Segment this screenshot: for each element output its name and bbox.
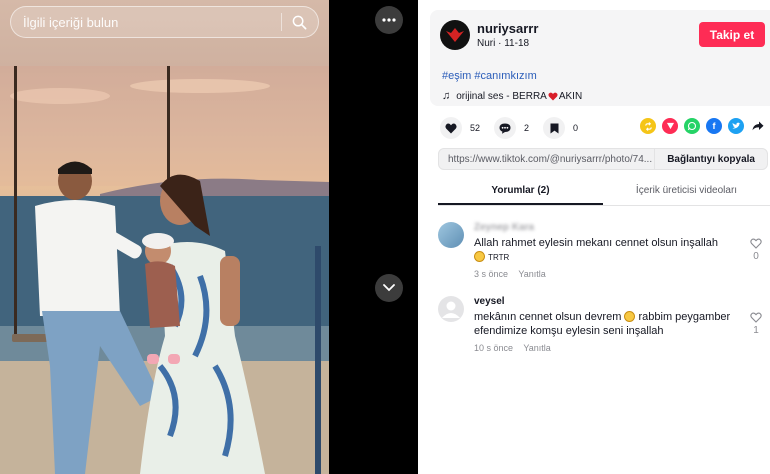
comment-body: mekânın cennet olsun devrem (474, 311, 622, 323)
post-date: 11-18 (504, 38, 530, 49)
comment-like-count: 0 (753, 251, 759, 262)
commenter-avatar[interactable] (438, 296, 464, 322)
save-count: 0 (573, 123, 579, 133)
comment-action[interactable]: 2 (494, 117, 529, 139)
search-bar[interactable] (10, 6, 319, 38)
comment-like[interactable]: 0 (750, 238, 762, 262)
hashtags[interactable]: #eşim #canımkızım (442, 70, 537, 82)
heart-emoji-icon (548, 92, 558, 100)
share-buttons: f (640, 118, 766, 134)
chevron-down-icon (383, 284, 395, 292)
post-details-panel: nuriysarrr Nuri · 11-18 Takip et #eşim #… (418, 0, 770, 474)
heart-icon[interactable] (440, 117, 462, 139)
comment-tabs: Yorumlar (2) İçerik üreticisi videoları (438, 182, 770, 206)
share-arrow-icon[interactable] (750, 118, 766, 134)
tiktok-share-icon[interactable] (662, 118, 678, 134)
comment-like-count: 1 (753, 325, 759, 336)
tiktok-post-view: nuriysarrr Nuri · 11-18 Takip et #eşim #… (0, 0, 770, 474)
more-options-button[interactable] (375, 6, 403, 34)
copy-link-button[interactable]: Bağlantıyı kopyala (654, 149, 767, 169)
save-action[interactable]: 0 (543, 117, 578, 139)
media-panel (0, 0, 418, 474)
next-post-button[interactable] (375, 274, 403, 302)
author-display-name: Nuri (477, 38, 496, 49)
like-count: 52 (470, 123, 481, 133)
ellipsis-icon (382, 18, 396, 22)
comment-icon[interactable] (494, 117, 517, 139)
twitter-icon[interactable] (728, 118, 744, 134)
post-link-url[interactable]: https://www.tiktok.com/@nuriysarrr/photo… (439, 154, 654, 165)
bookmark-icon[interactable] (543, 117, 566, 139)
heart-outline-icon[interactable] (750, 238, 762, 249)
facebook-icon[interactable]: f (706, 118, 722, 134)
reply-button[interactable]: Yanıtla (523, 343, 550, 353)
commenter-avatar[interactable] (438, 222, 464, 248)
photo-scene (0, 66, 329, 474)
comment-text: Allah rahmet eylesin mekanı cennet olsun… (474, 236, 742, 265)
link-row: https://www.tiktok.com/@nuriysarrr/photo… (438, 148, 768, 170)
engagement-actions: 52 2 0 (440, 117, 592, 139)
music-note-icon: ♫ (442, 90, 451, 102)
repost-icon[interactable] (640, 118, 656, 134)
author-subline: Nuri · 11-18 (477, 38, 529, 49)
tab-comments[interactable]: Yorumlar (2) (438, 182, 603, 205)
comment-meta: 3 s önce Yanıtla (474, 269, 554, 279)
sound-name: orijinal ses - BERRA (456, 90, 547, 102)
author-avatar[interactable] (440, 20, 470, 50)
comment-like[interactable]: 1 (750, 312, 762, 336)
comment-meta: 10 s önce Yanıtla (474, 343, 559, 353)
avatar-logo-icon (446, 28, 464, 42)
comment-count: 2 (524, 123, 530, 133)
author-username[interactable]: nuriysarrr (477, 21, 538, 36)
author-card: nuriysarrr Nuri · 11-18 Takip et #eşim #… (430, 10, 770, 106)
comment-item: veysel mekânın cennet olsun devrem rabbi… (438, 296, 770, 360)
comment-item: Zeynep Kara Allah rahmet eylesin mekanı … (438, 222, 770, 286)
heart-outline-icon[interactable] (750, 312, 762, 323)
follow-button[interactable]: Takip et (699, 22, 765, 47)
commenter-name[interactable]: veysel (474, 296, 505, 307)
comment-time: 3 s önce (474, 269, 509, 279)
emoji-icon (624, 311, 636, 322)
sound-suffix: AKIN (558, 90, 583, 102)
commenter-name[interactable]: Zeynep Kara (474, 222, 534, 233)
search-divider (281, 13, 282, 31)
search-icon[interactable] (290, 13, 308, 31)
reply-button[interactable]: Yanıtla (518, 269, 545, 279)
whatsapp-icon[interactable] (684, 118, 700, 134)
comment-time: 10 s önce (474, 343, 514, 353)
emoji-icon (474, 251, 485, 262)
comment-extra: TRTR (488, 253, 510, 262)
comment-text: mekânın cennet olsun devrem rabbim peyga… (474, 310, 742, 338)
post-photo[interactable] (0, 66, 329, 474)
comment-body: Allah rahmet eylesin mekanı cennet olsun… (474, 237, 718, 249)
tab-creator-videos[interactable]: İçerik üreticisi videoları (603, 182, 770, 205)
sound-row[interactable]: ♫ orijinal ses - BERRA AKIN (442, 90, 582, 102)
like-action[interactable]: 52 (440, 117, 480, 139)
search-input[interactable] (23, 14, 281, 30)
